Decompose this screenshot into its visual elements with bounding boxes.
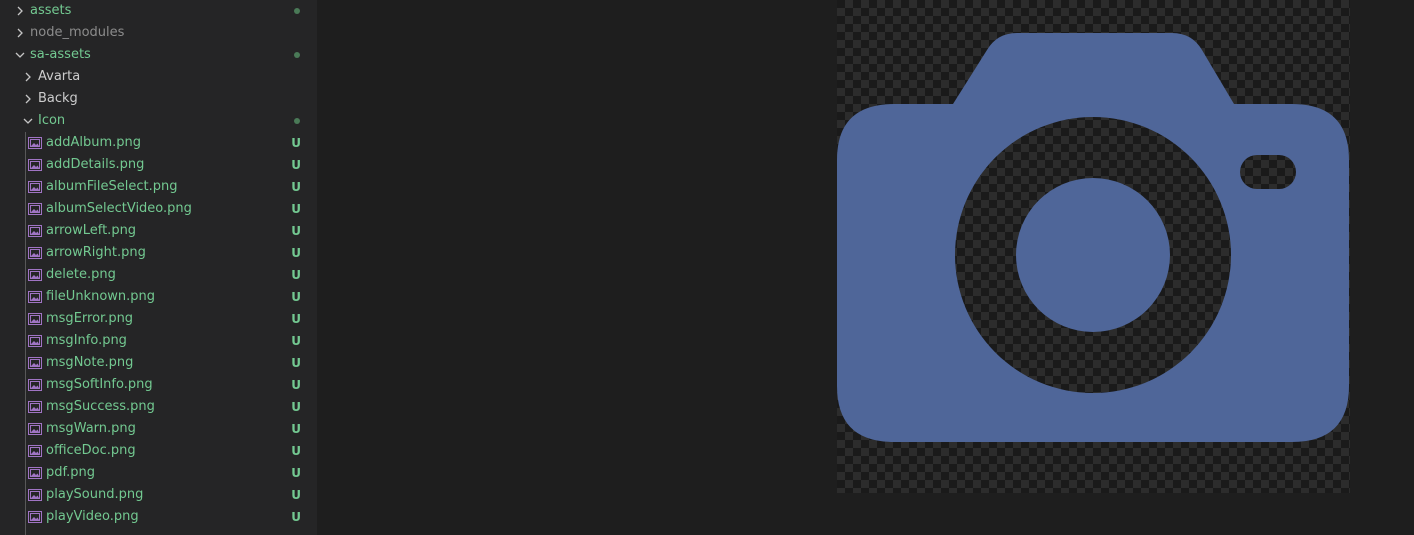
file-name: msgNote.png	[46, 355, 134, 370]
git-status-badge: U	[291, 136, 301, 150]
git-status-badge: U	[291, 246, 301, 260]
file-name: msgSuccess.png	[46, 399, 155, 414]
file-list: addAlbum.png UaddDetails.png UalbumFileSel…	[0, 132, 317, 528]
folder-label: assets	[30, 3, 72, 18]
file-name: msgError.png	[46, 311, 134, 326]
file-name: msgInfo.png	[46, 333, 127, 348]
file-item[interactable]: albumSelectVideo.png U	[0, 198, 317, 220]
file-name: msgWarn.png	[46, 421, 136, 436]
file-item[interactable]: msgInfo.png U	[0, 330, 317, 352]
file-item[interactable]: albumFileSelect.png U	[0, 176, 317, 198]
image-file-icon	[28, 159, 42, 171]
image-file-icon	[28, 137, 42, 149]
modified-dot	[294, 8, 300, 14]
file-name: msgSoftInfo.png	[46, 377, 153, 392]
git-status-badge: U	[291, 422, 301, 436]
folder-icon[interactable]: Icon	[0, 110, 317, 132]
file-name: albumFileSelect.png	[46, 179, 178, 194]
file-item[interactable]: arrowRight.png U	[0, 242, 317, 264]
folder-node-modules[interactable]: node_modules	[0, 22, 317, 44]
image-file-icon	[28, 511, 42, 523]
file-name: playSound.png	[46, 487, 144, 502]
chevron-right-icon	[12, 22, 28, 44]
chevron-right-icon	[20, 88, 36, 110]
image-file-icon	[28, 401, 42, 413]
file-name: fileUnknown.png	[46, 289, 156, 304]
image-preview	[837, 0, 1350, 493]
explorer-sidebar: assets node_modules sa-assets Avarta Bac…	[0, 0, 317, 535]
git-status-badge: U	[291, 180, 301, 194]
editor-area	[317, 0, 1414, 535]
file-item[interactable]: playSound.png U	[0, 484, 317, 506]
folder-avarta[interactable]: Avarta	[0, 66, 317, 88]
folder-assets[interactable]: assets	[0, 0, 317, 22]
git-status-badge: U	[291, 378, 301, 392]
file-item[interactable]: arrowLeft.png U	[0, 220, 317, 242]
image-file-icon	[28, 203, 42, 215]
file-name: albumSelectVideo.png	[46, 201, 192, 216]
git-status-badge: U	[291, 334, 301, 348]
file-name: addAlbum.png	[46, 135, 142, 150]
file-name: playVideo.png	[46, 509, 139, 524]
chevron-down-icon	[20, 110, 36, 132]
image-file-icon	[28, 247, 42, 259]
folder-label: Icon	[38, 113, 66, 128]
git-status-badge: U	[291, 202, 301, 216]
image-file-icon	[28, 335, 42, 347]
file-name: officeDoc.png	[46, 443, 136, 458]
file-name: addDetails.png	[46, 157, 145, 172]
file-item[interactable]: delete.png U	[0, 264, 317, 286]
folder-sa-assets[interactable]: sa-assets	[0, 44, 317, 66]
image-file-icon	[28, 181, 42, 193]
git-status-badge: U	[291, 290, 301, 304]
file-item[interactable]: playVideo.png U	[0, 506, 317, 528]
file-name: delete.png	[46, 267, 116, 282]
git-status-badge: U	[291, 444, 301, 458]
image-file-icon	[28, 445, 42, 457]
image-file-icon	[28, 379, 42, 391]
image-file-icon	[28, 225, 42, 237]
file-item[interactable]: msgNote.png U	[0, 352, 317, 374]
file-name: arrowRight.png	[46, 245, 146, 260]
file-item[interactable]: addDetails.png U	[0, 154, 317, 176]
image-file-icon	[28, 269, 42, 281]
git-status-badge: U	[291, 400, 301, 414]
folder-label: node_modules	[30, 25, 125, 40]
folder-label: Avarta	[38, 69, 81, 84]
image-file-icon	[28, 313, 42, 325]
file-item[interactable]: msgSoftInfo.png U	[0, 374, 317, 396]
folder-label: sa-assets	[30, 47, 91, 62]
git-status-badge: U	[291, 268, 301, 282]
file-item[interactable]: msgSuccess.png U	[0, 396, 317, 418]
chevron-down-icon	[12, 44, 28, 66]
camera-icon	[837, 33, 1349, 442]
image-file-icon	[28, 423, 42, 435]
git-status-badge: U	[291, 224, 301, 238]
git-status-badge: U	[291, 510, 301, 524]
image-file-icon	[28, 357, 42, 369]
file-name: pdf.png	[46, 465, 96, 480]
file-item[interactable]: officeDoc.png U	[0, 440, 317, 462]
folder-backg[interactable]: Backg	[0, 88, 317, 110]
image-file-icon	[28, 467, 42, 479]
chevron-right-icon	[12, 0, 28, 22]
file-item[interactable]: addAlbum.png U	[0, 132, 317, 154]
file-item[interactable]: msgError.png U	[0, 308, 317, 330]
file-item[interactable]: fileUnknown.png U	[0, 286, 317, 308]
modified-dot	[294, 52, 300, 58]
file-tree: assets node_modules sa-assets Avarta Bac…	[0, 0, 317, 528]
file-name: arrowLeft.png	[46, 223, 137, 238]
file-item[interactable]: msgWarn.png U	[0, 418, 317, 440]
git-status-badge: U	[291, 466, 301, 480]
file-item[interactable]: pdf.png U	[0, 462, 317, 484]
image-file-icon	[28, 489, 42, 501]
chevron-right-icon	[20, 66, 36, 88]
folder-label: Backg	[38, 91, 78, 106]
git-status-badge: U	[291, 158, 301, 172]
git-status-badge: U	[291, 488, 301, 502]
git-status-badge: U	[291, 356, 301, 370]
git-status-badge: U	[291, 312, 301, 326]
image-file-icon	[28, 291, 42, 303]
modified-dot	[294, 118, 300, 124]
